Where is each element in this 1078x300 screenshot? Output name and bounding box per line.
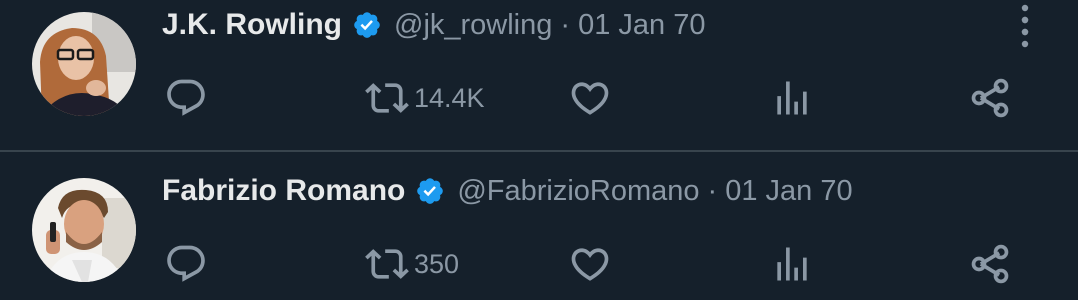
- author-name[interactable]: Fabrizio Romano: [162, 174, 405, 208]
- retweet-count: 14.4K: [414, 82, 485, 113]
- share-button[interactable]: [968, 74, 1012, 122]
- like-button[interactable]: [568, 74, 612, 122]
- like-button[interactable]: [568, 240, 612, 288]
- author-name[interactable]: J.K. Rowling: [162, 8, 342, 42]
- retweet-button[interactable]: 350: [364, 240, 459, 288]
- reply-icon: [167, 79, 205, 116]
- share-icon: [971, 78, 1009, 118]
- heart-icon: [571, 248, 609, 281]
- reply-button[interactable]: [164, 240, 208, 288]
- tweet-actions: 350: [0, 240, 1078, 288]
- tweet-date[interactable]: 01 Jan 70: [578, 9, 705, 42]
- author-handle[interactable]: @FabrizioRomano: [457, 175, 699, 208]
- retweet-button[interactable]: 14.4K: [364, 74, 485, 122]
- separator-dot: ·: [560, 8, 571, 41]
- tweet-item[interactable]: J.K. Rowling @jk_rowling · 01 Jan 70 14.…: [0, 0, 1078, 148]
- retweet-count: 350: [414, 248, 460, 279]
- tweet-header: J.K. Rowling @jk_rowling · 01 Jan 70: [162, 5, 705, 45]
- tweet-date[interactable]: 01 Jan 70: [725, 175, 852, 208]
- more-options-icon[interactable]: [1016, 0, 1034, 40]
- heart-icon: [571, 82, 609, 115]
- verified-badge-icon: [415, 176, 445, 206]
- tweet-header: Fabrizio Romano @FabrizioRomano · 01 Jan…: [162, 171, 853, 211]
- tweet-feed: J.K. Rowling @jk_rowling · 01 Jan 70 14.…: [0, 0, 1078, 295]
- views-icon: [777, 247, 807, 281]
- views-button[interactable]: [770, 240, 814, 288]
- separator-dot: ·: [707, 174, 718, 207]
- reply-icon: [167, 245, 205, 282]
- views-icon: [777, 81, 807, 115]
- verified-badge-icon: [352, 10, 382, 40]
- tweet-actions: 14.4K: [0, 74, 1078, 122]
- author-handle[interactable]: @jk_rowling: [394, 9, 552, 42]
- retweet-icon: [365, 249, 409, 279]
- share-button[interactable]: [968, 240, 1012, 288]
- share-icon: [971, 244, 1009, 284]
- views-button[interactable]: [770, 74, 814, 122]
- retweet-icon: [365, 83, 409, 113]
- tweet-item[interactable]: Fabrizio Romano @FabrizioRomano · 01 Jan…: [0, 152, 1078, 300]
- reply-button[interactable]: [164, 74, 208, 122]
